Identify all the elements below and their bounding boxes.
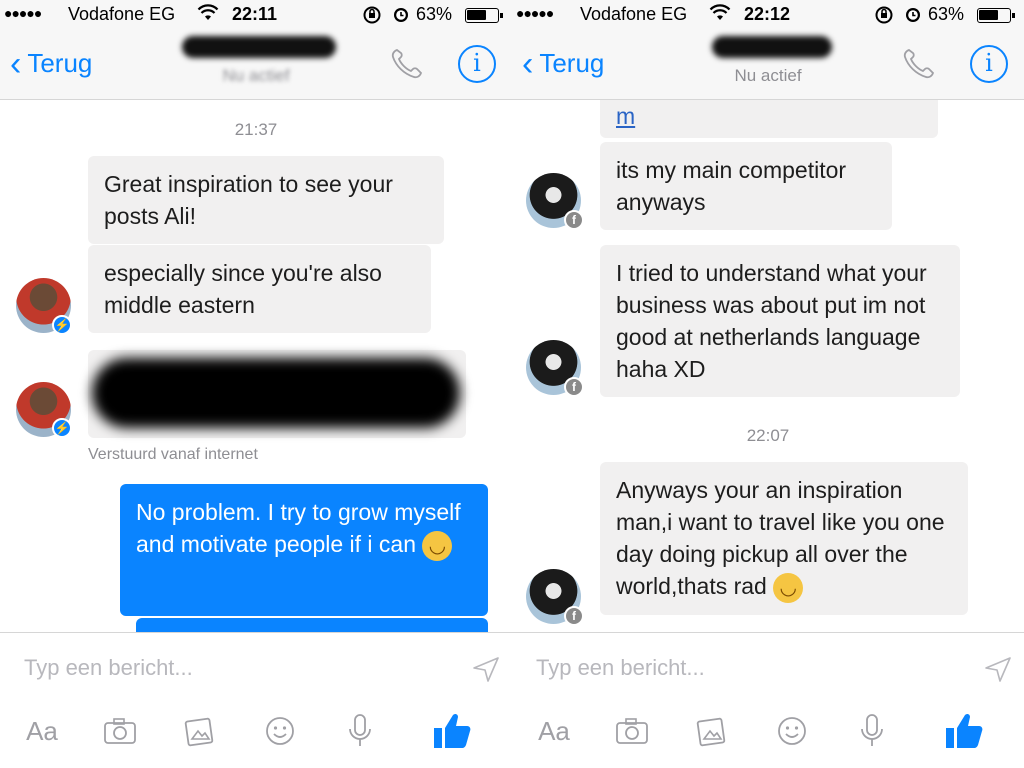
camera-icon[interactable]: [100, 709, 140, 753]
microphone-icon[interactable]: [340, 709, 380, 753]
timestamp: 21:37: [234, 120, 278, 139]
conversation-header: ●●●●● Vodafone EG 22:11 63% ‹ Terug Nu a…: [0, 0, 512, 100]
message-sent: No problem. I try to grow myself and mot…: [120, 484, 488, 616]
contact-status: Nu actief: [734, 66, 802, 85]
battery-icon: [977, 8, 1015, 23]
status-bar: ●●●●● Vodafone EG 22:11 63%: [0, 0, 512, 30]
like-icon[interactable]: [430, 709, 474, 753]
wifi-icon: [709, 4, 731, 27]
phone-icon[interactable]: [388, 46, 428, 82]
back-label: Terug: [27, 48, 93, 78]
carrier-label: Vodafone EG: [68, 4, 176, 24]
gallery-icon[interactable]: [692, 709, 732, 753]
clock-label: 22:12: [744, 4, 791, 24]
text-format-button[interactable]: Aa: [22, 709, 62, 753]
like-icon[interactable]: [942, 709, 986, 753]
emoji-icon[interactable]: [772, 709, 812, 753]
signal-icon: ●●●●●: [4, 5, 42, 21]
grin-emoji-icon: ◡: [773, 572, 804, 603]
text-format-button[interactable]: Aa: [534, 709, 574, 753]
signal-icon: ●●●●●: [516, 5, 554, 21]
back-button[interactable]: ‹ Terug: [10, 44, 93, 83]
message-received: its my main competitor anyways: [600, 142, 892, 230]
info-icon[interactable]: i: [970, 45, 1008, 83]
carrier-label: Vodafone EG: [580, 4, 688, 24]
phone-icon[interactable]: [900, 46, 940, 82]
back-chevron-icon: ‹: [10, 44, 22, 83]
redaction-overlay: [92, 358, 460, 428]
send-icon[interactable]: [472, 655, 500, 683]
message-link[interactable]: m: [616, 103, 635, 129]
info-icon[interactable]: i: [458, 45, 496, 83]
message-received: I tried to understand what your business…: [600, 245, 960, 397]
message-list: m its my main competitor anyways f I tri…: [512, 100, 1024, 632]
conversation-header: ●●●●● Vodafone EG 22:12 63% ‹ Terug Nu a…: [512, 0, 1024, 100]
back-label: Terug: [539, 48, 605, 78]
message-list: 21:37 Great inspiration to see your post…: [0, 100, 512, 632]
status-bar: ●●●●● Vodafone EG 22:12 63%: [512, 0, 1024, 30]
sent-from-web-note: Verstuurd vanaf internet: [88, 446, 258, 463]
messenger-badge-icon: ⚡: [52, 315, 72, 335]
facebook-badge-icon: f: [564, 377, 584, 397]
smile-emoji-icon: ◡: [422, 530, 453, 561]
battery-icon: [465, 8, 503, 23]
composer-toolbar: Aa: [0, 709, 512, 759]
gallery-icon[interactable]: [180, 709, 220, 753]
battery-percent: 63%: [416, 4, 453, 24]
composer: Typ een bericht... Aa: [0, 632, 512, 768]
timestamp: 22:07: [746, 426, 790, 445]
facebook-badge-icon: f: [564, 210, 584, 230]
alarm-icon: [391, 4, 411, 29]
clock-label: 22:11: [232, 4, 278, 24]
message-sent-text: No problem. I try to grow myself and mot…: [136, 499, 461, 557]
left-screen: ●●●●● Vodafone EG 22:11 63% ‹ Terug Nu a…: [0, 0, 512, 768]
orientation-lock-icon: [362, 5, 382, 30]
alarm-icon: [903, 4, 923, 29]
message-received-partial: m: [600, 100, 938, 138]
message-received: especially since you're also middle east…: [88, 245, 431, 333]
back-button[interactable]: ‹ Terug: [522, 44, 605, 83]
orientation-lock-icon: [874, 5, 894, 30]
right-screen: ●●●●● Vodafone EG 22:12 63% ‹ Terug Nu a…: [512, 0, 1024, 768]
send-icon[interactable]: [984, 655, 1012, 683]
contact-name-redacted: [712, 36, 832, 58]
wifi-icon: [197, 4, 219, 27]
composer-toolbar: Aa: [512, 709, 1024, 759]
emoji-icon[interactable]: [260, 709, 300, 753]
microphone-icon[interactable]: [852, 709, 892, 753]
message-sent-partial: [136, 618, 488, 632]
message-received: Great inspiration to see your posts Ali!: [88, 156, 444, 244]
message-input[interactable]: Typ een bericht...: [24, 655, 193, 681]
message-received: Anyways your an inspiration man,i want t…: [600, 462, 968, 615]
back-chevron-icon: ‹: [522, 44, 534, 83]
composer: Typ een bericht... Aa: [512, 632, 1024, 768]
camera-icon[interactable]: [612, 709, 652, 753]
contact-name-redacted: [182, 36, 336, 58]
battery-percent: 63%: [928, 4, 965, 24]
message-input[interactable]: Typ een bericht...: [536, 655, 705, 681]
contact-status: Nu actief: [222, 66, 290, 85]
messenger-badge-icon: ⚡: [52, 418, 72, 438]
facebook-badge-icon: f: [564, 606, 584, 626]
